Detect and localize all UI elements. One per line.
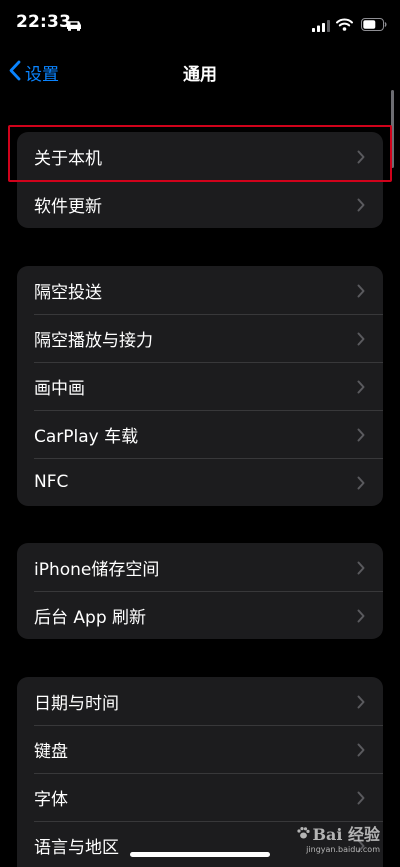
list-item-airplay-handoff[interactable]: 隔空播放与接力: [17, 314, 383, 362]
list-item-iphone-storage[interactable]: iPhone储存空间: [17, 543, 383, 591]
navigation-bar: 设置 通用: [0, 50, 400, 94]
status-time: 22:33: [16, 12, 72, 32]
list-item-date-time[interactable]: 日期与时间: [17, 677, 383, 725]
chevron-right-icon: [357, 331, 365, 350]
list-item-label: 日期与时间: [34, 693, 119, 714]
list-item-label: CarPlay 车载: [34, 426, 139, 447]
chevron-right-icon: [357, 197, 365, 216]
scroll-indicator: [391, 90, 394, 168]
car-icon: [66, 16, 82, 35]
list-item-label: 软件更新: [34, 196, 102, 217]
watermark: Bai 经验 jingyan.baidu.com: [296, 826, 380, 854]
list-item-software-update[interactable]: 软件更新: [17, 180, 383, 228]
chevron-right-icon: [357, 379, 365, 398]
watermark-logo: Bai 经验: [296, 826, 380, 843]
chevron-right-icon: [357, 742, 365, 761]
chevron-right-icon: [357, 475, 365, 494]
list-item-fonts[interactable]: 字体: [17, 773, 383, 821]
list-item-label: 隔空播放与接力: [34, 330, 153, 351]
signal-icon: [312, 17, 330, 36]
list-item-label: 关于本机: [34, 148, 102, 169]
list-item-label: 语言与地区: [34, 837, 119, 858]
list-item-label: 后台 App 刷新: [34, 607, 147, 628]
settings-group-about: 关于本机 软件更新: [17, 132, 383, 228]
list-item-keyboard[interactable]: 键盘: [17, 725, 383, 773]
status-bar: 22:33: [0, 0, 400, 46]
list-item-airdrop[interactable]: 隔空投送: [17, 266, 383, 314]
list-item-label: 字体: [34, 789, 68, 810]
watermark-logo-text: Bai 经验: [312, 824, 380, 844]
list-item-picture-in-picture[interactable]: 画中画: [17, 362, 383, 410]
chevron-right-icon: [357, 608, 365, 627]
page-title: 通用: [183, 65, 217, 85]
watermark-url: jingyan.baidu.com: [306, 845, 380, 854]
wifi-icon: [336, 16, 353, 35]
paw-icon: [296, 826, 311, 843]
chevron-right-icon: [357, 560, 365, 579]
settings-general-screen: 22:33 设置 通用 关于本机 软件更新 隔空投送 隔空播放与接力 画中画 C…: [0, 0, 400, 867]
chevron-right-icon: [357, 427, 365, 446]
chevron-right-icon: [357, 790, 365, 809]
list-item-label: 画中画: [34, 378, 85, 399]
battery-icon: [361, 16, 387, 35]
chevron-right-icon: [357, 283, 365, 302]
list-item-background-app-refresh[interactable]: 后台 App 刷新: [17, 591, 383, 639]
list-item-label: 键盘: [34, 741, 68, 762]
settings-group-storage: iPhone储存空间 后台 App 刷新: [17, 543, 383, 639]
home-indicator[interactable]: [130, 852, 270, 857]
chevron-right-icon: [357, 149, 365, 168]
list-item-label: 隔空投送: [34, 282, 102, 303]
list-item-carplay[interactable]: CarPlay 车载: [17, 410, 383, 458]
settings-group-connectivity: 隔空投送 隔空播放与接力 画中画 CarPlay 车载 NFC: [17, 266, 383, 506]
list-item-about[interactable]: 关于本机: [17, 132, 383, 180]
list-item-nfc[interactable]: NFC: [17, 458, 383, 506]
chevron-right-icon: [357, 694, 365, 713]
list-item-label: iPhone储存空间: [34, 559, 160, 580]
list-item-label: NFC: [34, 472, 69, 492]
